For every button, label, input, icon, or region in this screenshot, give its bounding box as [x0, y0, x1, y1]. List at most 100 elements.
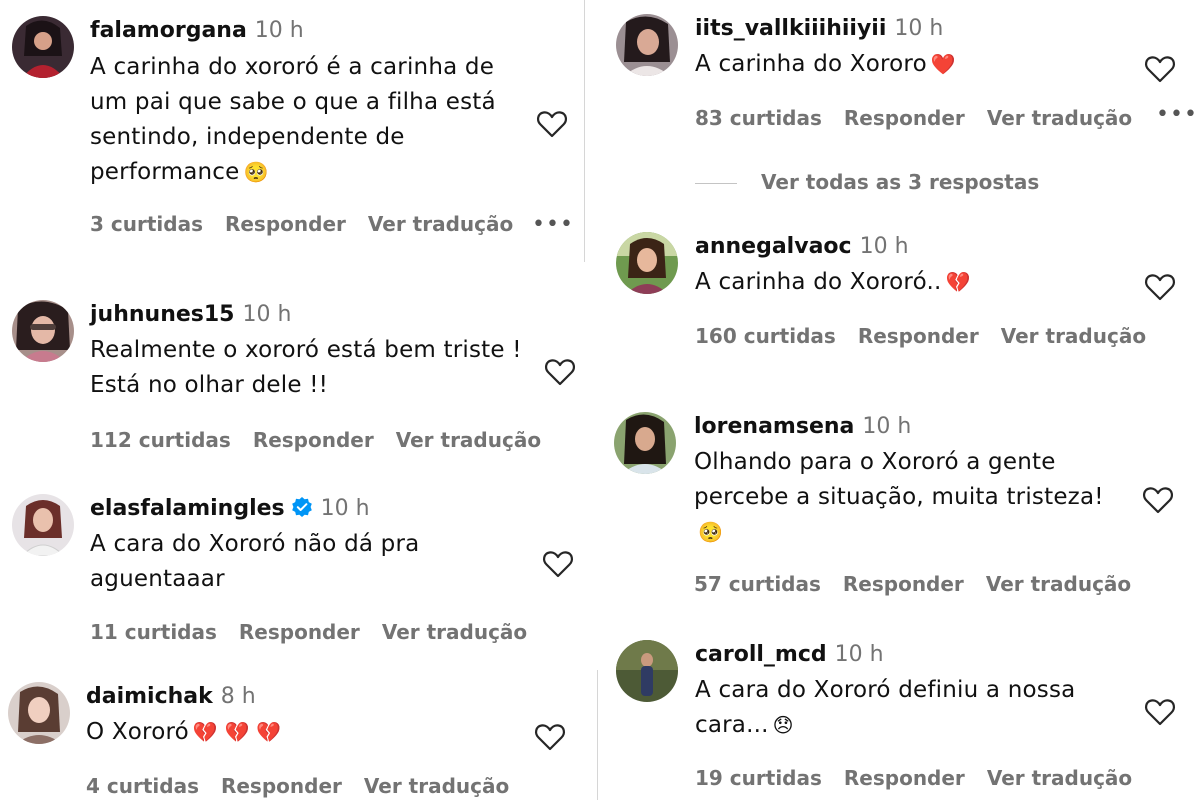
timestamp[interactable]: 10 h: [862, 414, 911, 439]
username[interactable]: iits_vallkiiihiiyii: [695, 16, 886, 41]
translate-button[interactable]: Ver tradução: [382, 620, 527, 644]
comment-text: O Xororó 💔 💔 💔: [86, 715, 506, 750]
heart-outline-icon: [543, 551, 573, 578]
reply-button[interactable]: Responder: [221, 774, 342, 798]
view-replies-button[interactable]: Ver todas as 3 respostas: [695, 170, 1039, 194]
comment-header: elasfalamingles 10 h: [90, 494, 510, 524]
timestamp[interactable]: 10 h: [835, 642, 884, 667]
like-button[interactable]: [1144, 272, 1176, 302]
username[interactable]: falamorgana: [90, 18, 247, 43]
reply-button[interactable]: Responder: [239, 620, 360, 644]
username[interactable]: juhnunes15: [90, 302, 234, 327]
like-button[interactable]: [544, 357, 576, 387]
comment-body: iits_vallkiiihiiyii 10 h A carinha do Xor…: [695, 14, 1135, 82]
comment-item: falamorgana 10 h A carinha do xororó é a …: [12, 16, 582, 246]
translate-button[interactable]: Ver tradução: [364, 774, 509, 798]
reply-button[interactable]: Responder: [843, 572, 964, 596]
heart-outline-icon: [535, 724, 565, 751]
reply-button[interactable]: Responder: [844, 766, 965, 790]
translate-button[interactable]: Ver tradução: [987, 766, 1132, 790]
comment-item: iits_vallkiiihiiyii 10 h A carinha do Xor…: [616, 14, 1198, 204]
translate-button[interactable]: Ver tradução: [987, 106, 1132, 130]
comment-text: A carinha do xororó é a carinha de um pa…: [90, 50, 510, 190]
comment-text-content: Realmente o xororó está bem triste ! Est…: [90, 337, 522, 398]
comment-text-content: A cara do Xororó definiu a nossa cara...: [695, 677, 1076, 738]
replies-divider: [695, 183, 737, 184]
comment-text: A carinha do Xororó.. 💔: [695, 265, 1135, 300]
like-count[interactable]: 57 curtidas: [694, 572, 821, 596]
comment-actions: 19 curtidas Responder Ver tradução: [695, 766, 1154, 790]
avatar[interactable]: [616, 640, 678, 702]
comment-text-content: A carinha do Xororo: [695, 51, 927, 77]
view-replies-label: Ver todas as 3 respostas: [761, 170, 1040, 194]
timestamp[interactable]: 10 h: [321, 496, 370, 521]
comment-text: A cara do Xororó não dá pra aguentaaar: [90, 527, 510, 597]
comment-body: lorenamsena 10 h Olhando para o Xororó a …: [694, 412, 1124, 550]
comment-actions: 160 curtidas Responder Ver tradução: [695, 324, 1168, 348]
heart-outline-icon: [1143, 487, 1173, 514]
like-button[interactable]: [534, 722, 566, 752]
username[interactable]: elasfalamingles: [90, 496, 285, 521]
comment-header: iits_vallkiiihiiyii 10 h: [695, 14, 1135, 44]
avatar[interactable]: [614, 412, 676, 474]
like-button[interactable]: [1144, 697, 1176, 727]
reply-button[interactable]: Responder: [858, 324, 979, 348]
like-count[interactable]: 11 curtidas: [90, 620, 217, 644]
avatar[interactable]: [616, 232, 678, 294]
column-divider-left: [584, 0, 585, 262]
comment-header: daimichak 8 h: [86, 682, 506, 712]
avatar[interactable]: [12, 300, 74, 362]
username[interactable]: annegalvaoc: [695, 234, 852, 259]
username[interactable]: caroll_mcd: [695, 642, 827, 667]
avatar[interactable]: [12, 494, 74, 556]
heart-outline-icon: [1145, 699, 1175, 726]
like-count[interactable]: 19 curtidas: [695, 766, 822, 790]
comment-text-content: A cara do Xororó não dá pra aguentaaar: [90, 531, 420, 592]
comment-item: lorenamsena 10 h Olhando para o Xororó a …: [614, 412, 1196, 612]
emoji: 💔 💔 💔: [192, 720, 282, 744]
timestamp[interactable]: 10 h: [894, 16, 943, 41]
timestamp[interactable]: 10 h: [255, 18, 304, 43]
heart-outline-icon: [545, 359, 575, 386]
heart-outline-icon: [537, 111, 567, 138]
avatar[interactable]: [12, 16, 74, 78]
translate-button[interactable]: Ver tradução: [368, 212, 513, 236]
timestamp[interactable]: 8 h: [221, 684, 256, 709]
comment-actions: 3 curtidas Responder Ver tradução: [90, 212, 535, 236]
translate-button[interactable]: Ver tradução: [1001, 324, 1146, 348]
reply-button[interactable]: Responder: [225, 212, 346, 236]
translate-button[interactable]: Ver tradução: [986, 572, 1131, 596]
like-count[interactable]: 4 curtidas: [86, 774, 199, 798]
comment-text: A carinha do Xororo ❤️: [695, 47, 1135, 82]
comment-text-content: Olhando para o Xororó a gente percebe a …: [694, 449, 1104, 510]
translate-button[interactable]: Ver tradução: [396, 428, 541, 452]
timestamp[interactable]: 10 h: [860, 234, 909, 259]
more-options-icon[interactable]: •••: [532, 212, 574, 237]
timestamp[interactable]: 10 h: [242, 302, 291, 327]
comment-text-content: A carinha do xororó é a carinha de um pa…: [90, 54, 496, 185]
like-count[interactable]: 160 curtidas: [695, 324, 836, 348]
like-button[interactable]: [536, 109, 568, 139]
emoji: ❤️: [930, 52, 956, 76]
more-options-icon[interactable]: •••: [1156, 102, 1198, 127]
reply-button[interactable]: Responder: [253, 428, 374, 452]
like-count[interactable]: 83 curtidas: [695, 106, 822, 130]
comment-text: Realmente o xororó está bem triste ! Est…: [90, 333, 530, 403]
avatar[interactable]: [616, 14, 678, 76]
like-button[interactable]: [1142, 485, 1174, 515]
comment-actions: 112 curtidas Responder Ver tradução: [90, 428, 563, 452]
comment-body: caroll_mcd 10 h A cara do Xororó definiu …: [695, 640, 1125, 743]
reply-button[interactable]: Responder: [844, 106, 965, 130]
like-button[interactable]: [1144, 54, 1176, 84]
like-count[interactable]: 3 curtidas: [90, 212, 203, 236]
comment-item: annegalvaoc 10 h A carinha do Xororó.. 💔 1…: [616, 232, 1196, 362]
like-count[interactable]: 112 curtidas: [90, 428, 231, 452]
comment-body: falamorgana 10 h A carinha do xororó é a …: [90, 16, 510, 190]
comment-text: Olhando para o Xororó a gente percebe a …: [694, 445, 1124, 550]
username[interactable]: daimichak: [86, 684, 213, 709]
like-button[interactable]: [542, 549, 574, 579]
avatar[interactable]: [8, 682, 70, 744]
username[interactable]: lorenamsena: [694, 414, 854, 439]
comment-body: elasfalamingles 10 h A cara do Xororó não…: [90, 494, 510, 597]
heart-outline-icon: [1145, 56, 1175, 83]
